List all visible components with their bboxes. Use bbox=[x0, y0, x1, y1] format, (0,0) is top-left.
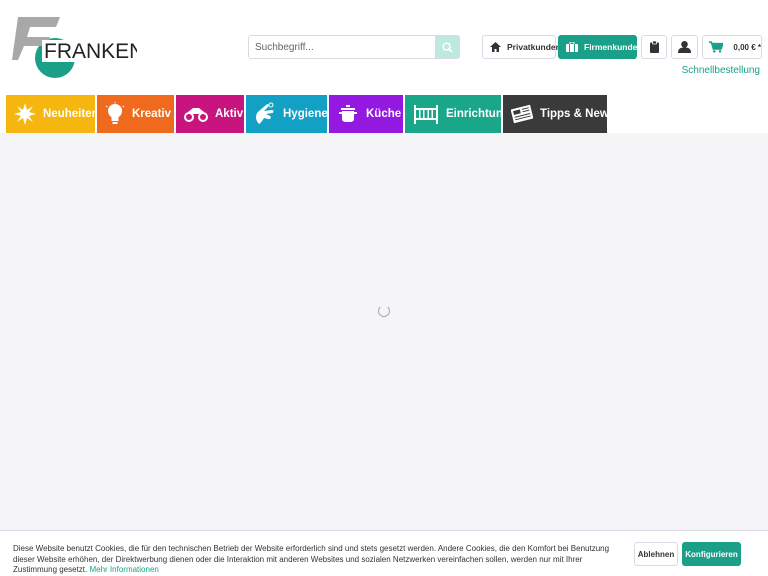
nav-item-aktiv[interactable]: Aktiv bbox=[176, 95, 244, 133]
crib-icon bbox=[413, 104, 439, 124]
nav-item-kreativ[interactable]: Kreativ bbox=[97, 95, 174, 133]
clipboard-icon bbox=[649, 41, 659, 53]
cart-amount: 0,00 € * bbox=[733, 42, 761, 52]
shopping-cart-icon bbox=[709, 41, 724, 53]
briefcase-icon bbox=[566, 42, 578, 52]
nav-item-einrichtung[interactable]: Einrichtung bbox=[405, 95, 510, 133]
main-content bbox=[0, 133, 768, 530]
business-customers-button[interactable]: Firmenkunden bbox=[558, 35, 643, 59]
search-box bbox=[248, 35, 460, 59]
nav-item-label: Küche bbox=[366, 108, 402, 120]
cooking-pot-icon bbox=[337, 105, 359, 123]
notepad-button[interactable] bbox=[641, 35, 667, 59]
home-icon bbox=[490, 42, 501, 52]
user-icon bbox=[678, 41, 691, 53]
business-customers-label: Firmenkunden bbox=[584, 42, 643, 52]
nav-item-kueche[interactable]: Küche bbox=[329, 95, 403, 133]
nav-item-label: Aktiv bbox=[215, 108, 244, 120]
decline-button[interactable]: Ablehnen bbox=[634, 542, 678, 566]
cookie-more-info-link[interactable]: Mehr Informationen bbox=[89, 565, 158, 574]
sun-icon bbox=[14, 103, 36, 125]
nav-item-label: Neuheiten bbox=[43, 108, 99, 120]
nav-item-neuheiten[interactable]: Neuheiten bbox=[6, 95, 99, 133]
lightbulb-icon bbox=[105, 102, 125, 126]
nav-item-label: Tipps & News bbox=[540, 108, 616, 120]
quad-bike-icon bbox=[184, 106, 208, 122]
loading-spinner-icon bbox=[378, 305, 390, 317]
configure-button[interactable]: Konfigurieren bbox=[682, 542, 741, 566]
nav-item-label: Hygiene bbox=[283, 108, 328, 120]
cookie-text: Diese Website benutzt Cookies, die für d… bbox=[13, 544, 613, 576]
nav-item-tipps-news[interactable]: Tipps & News bbox=[503, 95, 615, 133]
site-header: FRANKEN Privatkunden Firmenkunden 0,00 €… bbox=[0, 0, 768, 95]
cart-button[interactable]: 0,00 € * bbox=[702, 35, 762, 59]
search-input[interactable] bbox=[249, 36, 435, 58]
nav-item-hygiene[interactable]: Hygiene bbox=[246, 95, 328, 133]
hand-wash-icon bbox=[254, 102, 276, 126]
logo-wordmark: FRANKEN bbox=[44, 40, 137, 63]
account-button[interactable] bbox=[671, 35, 698, 59]
nav-item-label: Einrichtung bbox=[446, 108, 510, 120]
private-customers-button[interactable]: Privatkunden bbox=[482, 35, 561, 59]
search-button[interactable] bbox=[435, 36, 459, 58]
nav-item-label: Kreativ bbox=[132, 108, 171, 120]
search-icon bbox=[442, 41, 453, 53]
cookie-banner: Diese Website benutzt Cookies, die für d… bbox=[0, 530, 768, 576]
quick-order-link[interactable]: Schnellbestellung bbox=[682, 65, 760, 76]
private-customers-label: Privatkunden bbox=[507, 42, 561, 52]
franken-logo[interactable]: FRANKEN bbox=[12, 16, 137, 80]
newspaper-icon bbox=[511, 104, 533, 124]
category-nav: Neuheiten Kreativ Aktiv Hygiene Küche Ei… bbox=[6, 95, 615, 133]
